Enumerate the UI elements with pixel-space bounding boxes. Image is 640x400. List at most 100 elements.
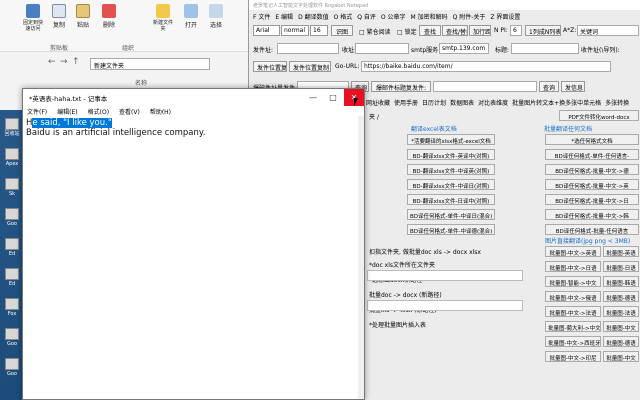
feature-tab[interactable]: 批量图片转文本+换多张中单元格 bbox=[512, 100, 601, 107]
image-translate-button[interactable]: 批量图-日语 bbox=[603, 261, 639, 272]
any-format-button[interactable]: BD译任何格式-批量-中文->日 bbox=[545, 194, 639, 205]
address-input[interactable] bbox=[355, 43, 409, 54]
line-spacing-button[interactable]: 加行距 bbox=[469, 25, 491, 36]
doc-folder-input[interactable] bbox=[367, 270, 523, 281]
image-translate-button[interactable]: 批量图-中文->俄语 bbox=[545, 291, 601, 302]
image-translate-button[interactable]: 批量图-中文 bbox=[603, 351, 639, 362]
image-translate-button[interactable]: 批量图-中文 bbox=[603, 321, 639, 332]
feature-tab[interactable]: 使用手册 bbox=[394, 100, 418, 107]
pdf-to-word-button[interactable]: PDF文件转化word-docx bbox=[559, 110, 639, 121]
feature-tab[interactable]: 多张转换 bbox=[605, 100, 629, 107]
excel-translate-button[interactable]: BD-翻译xlsx文件-日译中(对照) bbox=[407, 194, 495, 205]
desktop-icon[interactable]: Fox bbox=[1, 298, 23, 317]
image-translate-button[interactable]: 批量图-德语 bbox=[603, 336, 639, 347]
feature-tab[interactable]: 网址收藏 bbox=[366, 100, 390, 107]
mail-title-input[interactable] bbox=[433, 81, 537, 92]
copy-position-button[interactable]: 发件位置复制 bbox=[289, 61, 331, 72]
image-translate-button[interactable]: 批量图-韩语 bbox=[603, 276, 639, 287]
image-translate-button[interactable]: 批量图-中文->日语 bbox=[545, 261, 601, 272]
desktop-icon[interactable]: Goo bbox=[1, 328, 23, 347]
font-select[interactable]: Arial bbox=[253, 25, 280, 36]
app-menu-item[interactable]: E 编辑 bbox=[275, 14, 293, 21]
size-select[interactable]: 16 bbox=[310, 25, 328, 36]
desktop-icon[interactable]: Ed bbox=[1, 238, 23, 257]
forward-arrow-icon[interactable]: → bbox=[60, 57, 68, 67]
up-arrow-icon[interactable]: ↑ bbox=[72, 57, 80, 67]
any-format-button[interactable]: BD译任何格式-批量-中文->德 bbox=[545, 164, 639, 175]
app-menu-item[interactable]: D 翻译数值 bbox=[298, 14, 329, 21]
sender-input[interactable] bbox=[277, 43, 339, 54]
excel-translate-button[interactable]: BD-翻译xlsx文件-英译中(对照) bbox=[407, 149, 495, 160]
vertical-scrollbar[interactable] bbox=[358, 116, 364, 399]
image-translate-button[interactable]: 批量图-智能->中文 bbox=[545, 276, 601, 287]
image-translate-button[interactable]: 批量图-中文->英语 bbox=[545, 246, 601, 257]
mode-button[interactable]: 识图 bbox=[331, 25, 353, 36]
excel-translate-button[interactable]: BD-翻译xlsx文件-中译英(对照) bbox=[407, 164, 495, 175]
address-bar[interactable]: 新建文件夹 bbox=[90, 58, 210, 70]
image-translate-button[interactable]: 批量图-中文->西班牙 bbox=[545, 336, 601, 347]
traditional-checkbox[interactable]: □ 繁仓阅读 bbox=[359, 27, 391, 36]
app-menu-item[interactable]: Q 自评 bbox=[357, 14, 376, 21]
feature-tab[interactable]: 对比表维度 bbox=[478, 100, 508, 107]
notepad-text-area[interactable]: He said, "I like you." Baidu is an artif… bbox=[26, 118, 361, 138]
open-button[interactable]: 打开 bbox=[180, 2, 202, 34]
notepad-menu-item[interactable]: 查看(V) bbox=[119, 109, 140, 116]
app-menu-item[interactable]: Z 界面设置 bbox=[490, 14, 520, 21]
app-menu-item[interactable]: F 文件 bbox=[253, 14, 270, 21]
back-arrow-icon[interactable]: ← bbox=[48, 57, 56, 67]
pin-quick-access-button[interactable]: 固定到快速访问 bbox=[22, 2, 44, 34]
desktop-icon[interactable]: Apex bbox=[1, 148, 23, 167]
send-message-button[interactable]: 发信息 bbox=[561, 81, 585, 92]
mail-title-button[interactable]: 爆邮件标题复发件: bbox=[371, 81, 431, 92]
search-button[interactable]: 查找 bbox=[419, 25, 441, 36]
app-menu-item[interactable]: O 格式 bbox=[334, 14, 353, 21]
excel-translate-button[interactable]: BD-翻译xlsx文件-中译日(对照) bbox=[407, 179, 495, 190]
lock-checkbox[interactable]: □ 锁定 bbox=[397, 27, 417, 36]
app-menu-item[interactable]: O 公章字 bbox=[381, 14, 406, 21]
image-translate-button[interactable]: 批量图-英语 bbox=[603, 246, 639, 257]
query-button[interactable]: 查询 bbox=[539, 81, 559, 92]
columns-button[interactable]: 1列成N列表 bbox=[525, 25, 561, 36]
minimize-icon[interactable]: — bbox=[303, 89, 323, 106]
weight-select[interactable]: normal bbox=[281, 25, 309, 36]
desktop-icon[interactable]: Ed bbox=[1, 268, 23, 287]
url-input[interactable]: https://baike.baidu.com/item/ bbox=[361, 61, 611, 72]
keyword-input[interactable]: 关键词 bbox=[577, 25, 639, 36]
doc-convert-item[interactable]: 批量doc -> docx (新路径) bbox=[369, 290, 442, 299]
app-menu-item[interactable]: M 加密和解码 bbox=[411, 14, 448, 21]
new-folder-button[interactable]: 新建文件夹 bbox=[152, 2, 174, 34]
desktop-icon[interactable]: Sk bbox=[1, 178, 23, 197]
doc-convert-item[interactable]: *doc xls文件所在文件夹 bbox=[369, 260, 435, 269]
image-translate-button[interactable]: 批量图-法语 bbox=[603, 306, 639, 317]
any-format-button[interactable]: BD译任何格式-批量-中文->英 bbox=[545, 179, 639, 190]
notepad-menu-item[interactable]: 格式(O) bbox=[88, 109, 109, 116]
select-button[interactable]: 选择 bbox=[205, 2, 227, 34]
title-input[interactable] bbox=[511, 43, 579, 54]
delete-button[interactable]: 删除 bbox=[98, 2, 120, 34]
image-translate-button[interactable]: 批量图-葡大利->中文 bbox=[545, 321, 601, 332]
feature-tab[interactable]: 日历计划 bbox=[422, 100, 446, 107]
notepad-menu-item[interactable]: 文件(F) bbox=[27, 109, 47, 116]
desktop-icon[interactable]: 回收站 bbox=[1, 118, 23, 137]
feature-tab[interactable]: 数据图表 bbox=[450, 100, 474, 107]
any-format-button[interactable]: BD译任何格式-单件-任何语言- bbox=[545, 149, 639, 160]
image-translate-button[interactable]: 批量图-中文->印尼 bbox=[545, 351, 601, 362]
doc-output-input[interactable] bbox=[367, 300, 523, 311]
copy-button[interactable]: 复制 bbox=[48, 2, 70, 34]
desktop-icon[interactable]: Goo bbox=[1, 358, 23, 377]
copy-sender-button[interactable]: 发件位置复制 bbox=[253, 61, 287, 72]
notepad-menu-item[interactable]: 帮助(H) bbox=[150, 109, 171, 116]
image-translate-button[interactable]: 批量图-中文->法语 bbox=[545, 306, 601, 317]
excel-translate-button[interactable]: *活要翻译的xlsx格式-excel文档 bbox=[407, 134, 495, 145]
excel-translate-button[interactable]: BD译任何格式-单件-中译日(混合) bbox=[407, 209, 495, 220]
desktop-icon[interactable]: Goo bbox=[1, 208, 23, 227]
smtp-input[interactable]: smtp.139.com bbox=[439, 43, 489, 54]
npi-input[interactable]: 6 bbox=[510, 25, 522, 36]
excel-translate-button[interactable]: BD译任何格式-单件-中译德(混合) bbox=[407, 224, 495, 235]
any-format-button[interactable]: BD译任何格式-批量-任何语言 bbox=[545, 224, 639, 235]
image-translate-button[interactable]: 批量图-德语 bbox=[603, 291, 639, 302]
doc-convert-item[interactable]: *处理批量图片插入表 bbox=[369, 320, 426, 329]
paste-button[interactable]: 粘贴 bbox=[72, 2, 94, 34]
maximize-icon[interactable]: □ bbox=[323, 89, 343, 106]
any-format-button[interactable]: BD译任何格式-批量-中文->韩 bbox=[545, 209, 639, 220]
